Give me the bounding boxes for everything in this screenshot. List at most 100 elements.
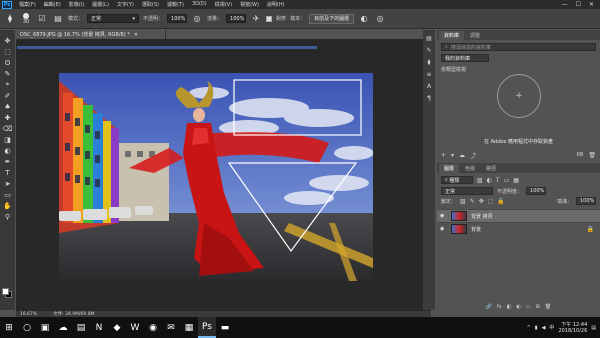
path-select-tool-icon[interactable]: ▭ (2, 190, 13, 199)
tab-adjustments[interactable]: 調整 (465, 31, 485, 40)
media-icon[interactable]: ▬ (216, 317, 234, 338)
smart-object-filter-icon[interactable]: ▦ (513, 177, 519, 184)
healing-brush-icon[interactable]: ♠ (2, 102, 13, 111)
input-language[interactable]: 中 (549, 324, 554, 331)
pressure-opacity-icon[interactable]: ◎ (191, 13, 203, 25)
tab-close-icon[interactable]: ✕ (134, 32, 138, 38)
lock-all-icon[interactable]: 🔒 (497, 198, 504, 205)
mail-icon[interactable]: ✉ (162, 317, 180, 338)
type-tool-icon[interactable]: ➤ (2, 179, 13, 188)
clone-source-icon[interactable]: ▤ (52, 13, 64, 25)
lock-paint-icon[interactable]: ✎ (470, 198, 475, 205)
tab-libraries[interactable]: 資料庫 (439, 31, 465, 40)
pixel-filter-icon[interactable]: ▧ (477, 177, 483, 184)
menu-item[interactable]: 說明(H) (263, 1, 289, 8)
layer-opacity-field[interactable]: 100% (526, 187, 547, 195)
foreground-color-swatch[interactable] (2, 288, 9, 295)
adjustment-layer-icon[interactable]: ◐ (517, 304, 521, 311)
layer-filter-select[interactable]: ⌕ 種類 (441, 176, 473, 184)
tab-paths[interactable]: 路徑 (481, 164, 501, 173)
menu-item[interactable]: 檢視(V) (211, 1, 236, 8)
mode-select[interactable]: 正常 ▾ (87, 14, 140, 23)
opacity-field[interactable]: 100% (167, 14, 188, 23)
menu-item[interactable]: 檔案(F) (15, 1, 40, 8)
menu-item[interactable]: 3D(D) (188, 1, 211, 8)
layer-style-icon[interactable]: fx (497, 304, 502, 311)
ignore-adjustment-icon[interactable]: ◐ (358, 13, 370, 25)
library-menu-icon[interactable]: ▾ (451, 152, 454, 159)
type-filter-icon[interactable]: T (496, 177, 500, 184)
notification-icon[interactable]: ▤ (591, 325, 596, 331)
tray-chevron-icon[interactable]: ^ (527, 325, 531, 331)
eyedropper-tool-icon[interactable]: ✐ (2, 91, 13, 100)
properties-icon[interactable]: ≡ (426, 71, 431, 78)
cloud-icon[interactable]: ☁ (459, 152, 465, 159)
brush-settings-icon[interactable]: ✎ (426, 47, 431, 54)
pressure-size-icon[interactable]: ◎ (374, 13, 386, 25)
visibility-eye-icon[interactable]: ◉ (440, 213, 447, 219)
network-icon[interactable]: ▮ (535, 325, 538, 331)
new-group-icon[interactable]: ▭ (526, 304, 531, 311)
clock[interactable]: 下午 12:44 2018/10/26 (558, 322, 587, 334)
link-layers-icon[interactable]: 🔗 (486, 304, 492, 311)
brush-tool-icon[interactable]: ✚ (2, 113, 13, 122)
photoshop-taskbar-icon[interactable]: Ps (198, 317, 216, 338)
task-view-icon[interactable]: ▣ (36, 317, 54, 338)
dropbox-icon[interactable]: ◆ (108, 317, 126, 338)
marquee-tool-icon[interactable]: ⬚ (2, 47, 13, 56)
brush-preset-picker[interactable]: 30 (20, 12, 32, 25)
photoshop-logo[interactable]: Ps (2, 0, 12, 9)
maximize-icon[interactable]: ☐ (576, 1, 581, 8)
adjustment-filter-icon[interactable]: ◐ (487, 177, 492, 184)
shape-tool-icon[interactable]: ✋ (2, 201, 13, 210)
volume-icon[interactable]: ◀ (542, 325, 546, 331)
visibility-eye-icon[interactable]: ◉ (440, 226, 447, 232)
brush-panel-icon[interactable]: ☑ (36, 13, 48, 25)
add-asset-icon[interactable]: + (441, 152, 446, 159)
tab-layers[interactable]: 圖層 (439, 164, 460, 173)
shape-filter-icon[interactable]: ▭ (504, 177, 510, 184)
fill-field[interactable]: 100% (576, 197, 596, 205)
layer-mask-icon[interactable]: ◧ (507, 304, 512, 311)
hand-tool-icon[interactable]: ⚲ (2, 212, 13, 221)
zoom-level[interactable]: 16.67% (20, 312, 37, 317)
tab-channels[interactable]: 色版 (460, 164, 480, 173)
onedrive-icon[interactable]: ☁ (54, 317, 72, 338)
word-icon[interactable]: W (126, 317, 144, 338)
history-icon[interactable]: ▤ (426, 35, 432, 42)
close-icon[interactable]: ✕ (589, 1, 594, 8)
lock-position-icon[interactable]: ✥ (479, 198, 484, 205)
move-tool-icon[interactable]: ✥ (2, 36, 13, 45)
layer-row[interactable]: ◉ 背景 拷貝 (437, 209, 600, 222)
delete-layer-icon[interactable]: 🗑 (545, 304, 551, 311)
dodge-tool-icon[interactable]: ✒ (2, 157, 13, 166)
menu-item[interactable]: 圖層(L) (88, 1, 113, 8)
library-select[interactable]: 我的資料庫 (441, 54, 489, 62)
aligned-checkbox[interactable] (266, 15, 273, 22)
lock-pixels-icon[interactable]: ▧ (460, 198, 466, 205)
airbrush-icon[interactable]: ✈ (250, 13, 262, 25)
upload-icon[interactable]: ⤴ (470, 151, 476, 160)
lock-artboard-icon[interactable]: ⬚ (488, 198, 494, 205)
document-tab[interactable]: DSC_6879.JPG @ 16.7% (背景 拷貝, RGB/8) * ✕ (16, 30, 166, 39)
menu-item[interactable]: 編輯(E) (40, 1, 65, 8)
sample-select[interactable]: 目前及下的圖層 (309, 13, 355, 24)
start-icon[interactable]: ⊞ (0, 317, 18, 338)
menu-item[interactable]: 視窗(W) (236, 1, 263, 8)
menu-item[interactable]: 影像(I) (65, 1, 88, 8)
eraser-tool-icon[interactable]: ◨ (2, 135, 13, 144)
menu-item[interactable]: 選取(S) (138, 1, 163, 8)
tablet-icon[interactable]: ▤ (72, 317, 90, 338)
onenote-icon[interactable]: N (90, 317, 108, 338)
library-search-input[interactable]: ⌕ 搜尋目前的資料庫 (441, 43, 596, 51)
file-explorer-icon[interactable]: ▦ (180, 317, 198, 338)
clone-stamp-icon[interactable]: ⧫ (4, 13, 16, 25)
minimize-icon[interactable]: — (562, 1, 568, 8)
paragraph-icon[interactable]: ¶ (427, 95, 431, 102)
crop-tool-icon[interactable]: ⌖ (2, 80, 13, 89)
new-layer-icon[interactable]: ⊞ (536, 304, 540, 311)
flow-field[interactable]: 100% (226, 14, 247, 23)
layer-row[interactable]: ◉ 背景 🔒 (437, 222, 600, 235)
pen-tool-icon[interactable]: T (2, 168, 13, 177)
menu-item[interactable]: 文字(Y) (113, 1, 138, 8)
